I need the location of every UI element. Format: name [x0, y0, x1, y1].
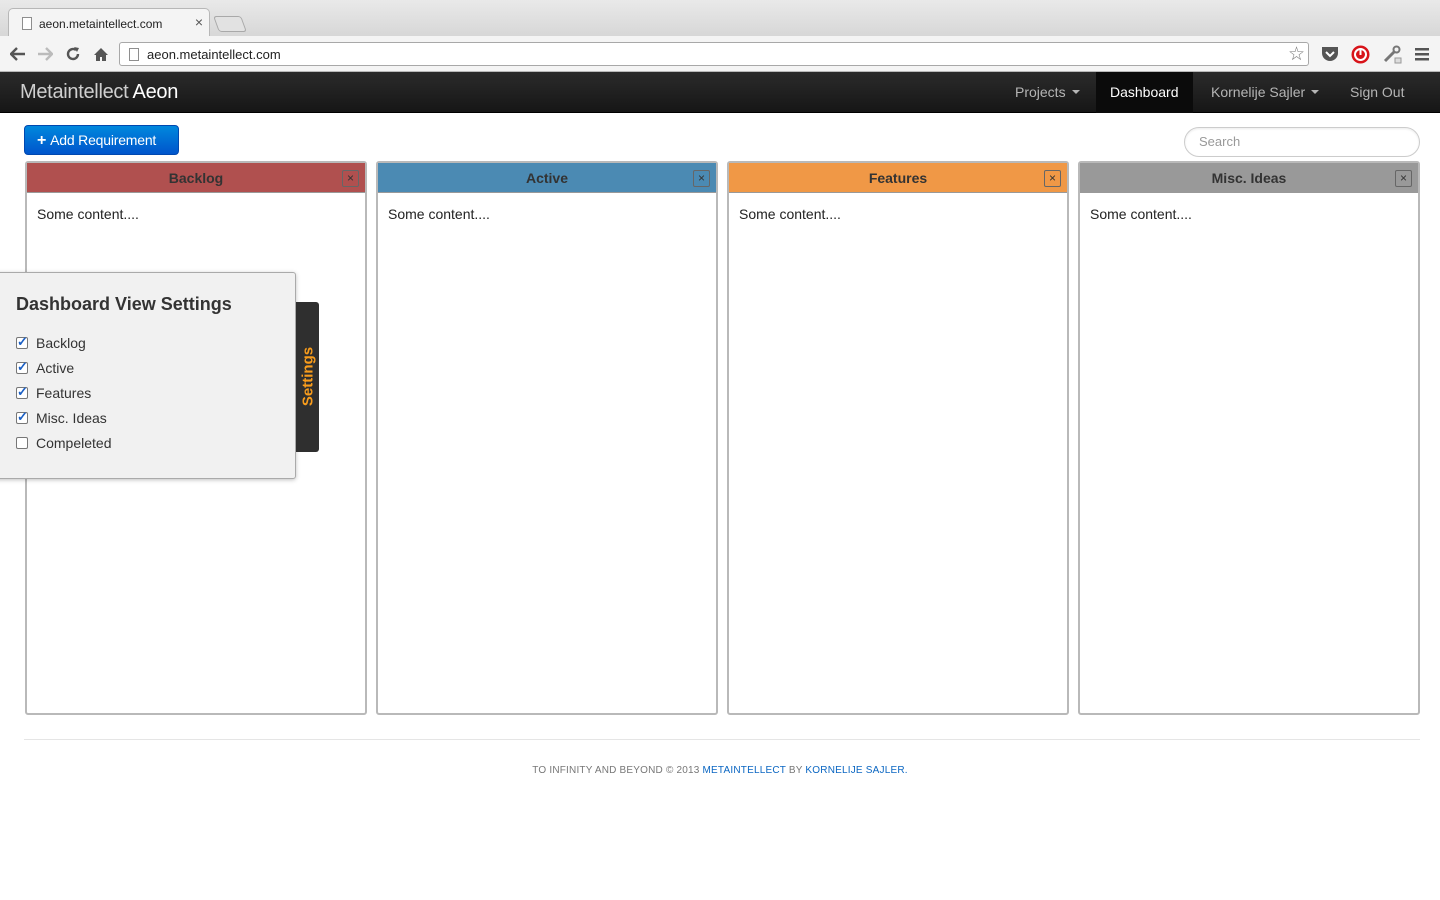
- close-icon[interactable]: ×: [1395, 170, 1412, 187]
- page-icon: [22, 17, 32, 30]
- column-active: Active × Some content....: [376, 161, 718, 715]
- wrench-extension-icon[interactable]: [1382, 44, 1402, 64]
- nav-dashboard-label: Dashboard: [1110, 84, 1179, 100]
- add-requirement-button[interactable]: + Add Requirement: [24, 125, 179, 155]
- url-text: aeon.metaintellect.com: [147, 47, 281, 62]
- close-icon[interactable]: ×: [693, 170, 710, 187]
- settings-option-completed[interactable]: Compeleted: [16, 434, 112, 452]
- app-navbar: Metaintellect Aeon Projects Dashboard Ko…: [0, 72, 1440, 113]
- tab-title: aeon.metaintellect.com: [39, 17, 163, 31]
- plus-icon: +: [37, 132, 47, 149]
- column-title: Backlog: [168, 170, 224, 186]
- settings-title: Dashboard View Settings: [16, 294, 232, 314]
- option-label: Backlog: [36, 335, 86, 351]
- tab-close-icon[interactable]: ×: [195, 15, 203, 29]
- nav-dashboard[interactable]: Dashboard: [1096, 72, 1193, 113]
- footer-link-metaintellect[interactable]: METAINTELLECT: [703, 765, 786, 776]
- checkbox[interactable]: [16, 358, 28, 376]
- column-header: Backlog ×: [27, 163, 365, 193]
- footer-text: BY: [788, 765, 803, 776]
- brand-logo[interactable]: Metaintellect Aeon: [20, 81, 178, 104]
- footer: TO INFINITY AND BEYOND © 2013 METAINTELL…: [0, 765, 1440, 776]
- column-title: Misc. Ideas: [1211, 170, 1287, 186]
- bookmark-star-icon[interactable]: ☆: [1288, 43, 1305, 66]
- new-tab-button[interactable]: [213, 16, 247, 32]
- nav-projects-label: Projects: [1015, 84, 1066, 100]
- nav-user[interactable]: Kornelije Sajler: [1197, 72, 1333, 113]
- caret-down-icon: [1071, 90, 1080, 95]
- option-label: Features: [36, 385, 92, 401]
- close-icon[interactable]: ×: [342, 170, 359, 187]
- search-input[interactable]: Search: [1184, 127, 1420, 157]
- column-misc-ideas: Misc. Ideas × Some content....: [1078, 161, 1420, 715]
- column-title: Features: [868, 170, 928, 186]
- reload-icon[interactable]: [61, 42, 85, 66]
- add-requirement-label: Add Requirement: [50, 132, 157, 148]
- close-icon[interactable]: ×: [1044, 170, 1061, 187]
- address-bar[interactable]: aeon.metaintellect.com ☆: [119, 42, 1309, 66]
- brand-name: Metaintellect: [20, 81, 129, 103]
- settings-option-active[interactable]: Active: [16, 358, 75, 377]
- footer-text: TO INFINITY AND BEYOND © 2013: [532, 765, 700, 776]
- option-label: Compeleted: [36, 435, 112, 451]
- home-icon[interactable]: [89, 42, 113, 66]
- column-header: Features ×: [729, 163, 1067, 193]
- column-title: Active: [525, 170, 569, 186]
- column-features: Features × Some content....: [727, 161, 1069, 715]
- column-content: Some content....: [739, 206, 841, 222]
- pocket-icon[interactable]: [1320, 44, 1340, 64]
- checkbox[interactable]: [16, 408, 28, 426]
- settings-option-backlog[interactable]: Backlog: [16, 333, 86, 352]
- page-icon: [129, 48, 139, 61]
- footer-link-author[interactable]: KORNELIJE SAJLER: [805, 765, 904, 776]
- brand-product: Aeon: [132, 81, 179, 103]
- nav-projects[interactable]: Projects: [1001, 72, 1094, 113]
- forward-icon[interactable]: [33, 42, 57, 66]
- column-content: Some content....: [388, 206, 490, 222]
- settings-option-misc-ideas[interactable]: Misc. Ideas: [16, 408, 107, 427]
- footer-text: .: [904, 765, 908, 776]
- settings-tab-label: Settings: [299, 346, 317, 407]
- option-label: Misc. Ideas: [36, 410, 107, 426]
- checkbox[interactable]: [16, 383, 28, 401]
- nav-sign-out-label: Sign Out: [1350, 84, 1405, 100]
- option-label: Active: [36, 360, 75, 376]
- menu-icon[interactable]: [1412, 44, 1432, 64]
- column-header: Misc. Ideas ×: [1080, 163, 1418, 193]
- back-icon[interactable]: [6, 42, 30, 66]
- column-header: Active ×: [378, 163, 716, 193]
- browser-toolbar: aeon.metaintellect.com ☆: [0, 36, 1440, 72]
- browser-tabstrip: aeon.metaintellect.com ×: [0, 0, 1440, 36]
- settings-toggle-tab[interactable]: Settings: [296, 302, 319, 452]
- checkbox[interactable]: [16, 333, 28, 351]
- adblock-icon[interactable]: [1350, 44, 1370, 64]
- dashboard-settings-panel: Dashboard View Settings Backlog Active F…: [0, 272, 296, 479]
- caret-down-icon: [1311, 90, 1320, 95]
- column-content: Some content....: [37, 206, 139, 222]
- nav-sign-out[interactable]: Sign Out: [1336, 72, 1418, 113]
- footer-divider: [24, 739, 1420, 740]
- browser-tab[interactable]: aeon.metaintellect.com ×: [8, 8, 210, 36]
- nav-user-label: Kornelije Sajler: [1211, 84, 1306, 100]
- checkbox[interactable]: [16, 437, 28, 449]
- column-content: Some content....: [1090, 206, 1192, 222]
- settings-option-features[interactable]: Features: [16, 383, 92, 402]
